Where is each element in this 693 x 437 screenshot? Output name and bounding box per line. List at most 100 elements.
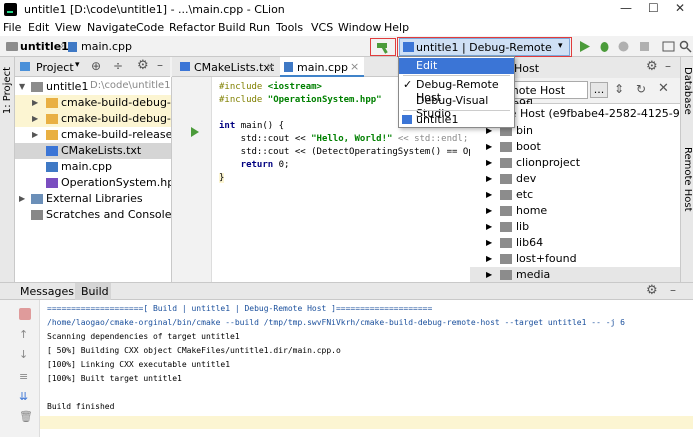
menu-run[interactable]: Run <box>249 21 270 34</box>
browse-button[interactable]: ... <box>590 82 608 98</box>
debug-remote-host-item[interactable]: ✓ Debug-Remote Host <box>399 77 514 104</box>
refresh-icon[interactable]: ↻ <box>636 82 646 96</box>
remote-host-combo[interactable]: mote Host (e9fl <box>504 81 588 110</box>
maximize-button[interactable]: ☐ <box>648 1 659 15</box>
tree-item[interactable]: ▶ cmake-build-debug-visua <box>15 111 171 127</box>
profile-icon[interactable] <box>617 40 630 53</box>
tree-item[interactable]: Scratches and Consoles <box>15 207 171 223</box>
code-line: std::cout << "Hello, World!" << std::end… <box>219 134 469 144</box>
run-icon[interactable] <box>578 40 591 53</box>
stop-icon[interactable] <box>19 308 31 320</box>
tab-label: CMakeLists.txt <box>194 61 275 74</box>
build-tab-label: Build <box>81 285 109 298</box>
tree-item[interactable]: OperationSystem.hpp <box>15 175 171 191</box>
build-output[interactable]: ====================[ Build | untitle1 |… <box>40 300 693 437</box>
scroll-to-end-icon[interactable]: ⇊ <box>19 390 28 403</box>
remote-host-tool-tab[interactable]: Remote Host <box>682 147 693 212</box>
output-line: [100%] Built target untitle1 <box>47 374 182 383</box>
menu-refactor[interactable]: Refactor <box>169 21 215 34</box>
locate-icon[interactable]: ⊕ <box>91 59 101 73</box>
tab-label: main.cpp <box>297 61 348 74</box>
chevron-right-icon: ▶ <box>19 194 26 203</box>
gear-icon[interactable]: ⚙ <box>137 58 149 73</box>
code-line: } <box>219 173 225 183</box>
remote-folder[interactable]: ▶ etc <box>470 187 680 203</box>
trash-icon[interactable]: 🗑 <box>19 410 33 423</box>
menu-edit[interactable]: Edit <box>28 21 49 34</box>
minimize-button[interactable]: — <box>620 1 632 15</box>
tree-item-label: cmake-build-debug-visua <box>61 112 171 125</box>
expand-icon[interactable]: ⇕ <box>614 82 624 96</box>
debug-icon[interactable] <box>598 40 611 53</box>
down-arrow-icon[interactable]: ↓ <box>19 348 28 361</box>
close-icon[interactable]: × <box>350 60 359 73</box>
menu-window[interactable]: Window <box>338 21 381 34</box>
debug-visual-studio-item[interactable]: Debug-Visual Studio <box>399 93 514 120</box>
menu-vcs[interactable]: VCS <box>311 21 333 34</box>
remote-folder-label: boot <box>516 140 541 153</box>
menu-tools[interactable]: Tools <box>276 21 303 34</box>
chevron-right-icon: ▶ <box>486 254 493 263</box>
chevron-right-icon: ▶ <box>486 206 493 215</box>
output-line: ====================[ Build | untitle1 |… <box>47 304 433 313</box>
project-tool-tab[interactable]: 1: Project <box>2 67 13 114</box>
remote-folder[interactable]: ▶ dev <box>470 171 680 187</box>
tree-item[interactable]: ▶ External Libraries <box>15 191 171 207</box>
menu-code[interactable]: Code <box>136 21 164 34</box>
remote-folder[interactable]: ▶ home <box>470 203 680 219</box>
run-configuration-dropdown: Edit Configurations... ✓ Debug-Remote Ho… <box>398 56 515 128</box>
tab-cmakelists[interactable]: CMakeLists.txt × <box>176 57 278 77</box>
remote-folder-label: lib64 <box>516 236 544 249</box>
tree-item[interactable]: ▶ cmake-build-debug-rem <box>15 95 171 111</box>
build-tab[interactable]: Build <box>75 283 111 300</box>
untitle1-target-item[interactable]: untitle1 <box>399 112 514 128</box>
edit-configurations-item[interactable]: Edit Configurations... <box>399 58 514 85</box>
remote-folder[interactable]: ▶ lost+found <box>470 251 680 267</box>
chevron-down-icon[interactable]: ▾ <box>75 60 80 70</box>
gear-icon[interactable]: ⚙ <box>646 283 658 298</box>
menu-help[interactable]: Help <box>384 21 409 34</box>
tab-main-cpp[interactable]: main.cpp × <box>280 57 364 77</box>
remote-host-tree: Remote Host (e9fbabe4-2582-4125-9c94 ▶ bi… <box>470 104 680 282</box>
folder-icon <box>500 190 512 200</box>
remote-folder[interactable]: ▶ media <box>470 267 680 282</box>
build-button[interactable] <box>370 38 396 56</box>
output-line: Build finished <box>47 402 115 411</box>
tree-item[interactable]: ▶ cmake-build-release-visu <box>15 127 171 143</box>
chevron-down-icon: ▼ <box>19 82 26 91</box>
tree-root[interactable]: ▼ untitle1 D:\code\untitle1 <box>15 79 171 95</box>
hide-icon[interactable]: – <box>157 58 163 72</box>
up-arrow-icon[interactable]: ↑ <box>19 328 28 341</box>
tree-item[interactable]: main.cpp <box>15 159 171 175</box>
wrap-icon[interactable]: ≡ <box>19 370 28 383</box>
menu-file[interactable]: File <box>3 21 21 34</box>
menu-build[interactable]: Build <box>218 21 246 34</box>
collapse-icon[interactable]: ÷ <box>113 59 123 73</box>
cmake-target-icon <box>402 115 412 124</box>
hide-icon[interactable]: – <box>670 283 676 297</box>
remote-folder[interactable]: ▶ boot <box>470 139 680 155</box>
database-tool-tab[interactable]: Database <box>682 67 693 115</box>
project-view-label[interactable]: Project <box>36 61 74 74</box>
hide-icon[interactable]: – <box>665 59 671 73</box>
remote-folder[interactable]: ▶ lib64 <box>470 235 680 251</box>
remote-folder[interactable]: ▶ lib <box>470 219 680 235</box>
layout-icon[interactable] <box>662 40 675 53</box>
menu-view[interactable]: View <box>55 21 81 34</box>
close-icon[interactable]: × <box>266 60 275 73</box>
remote-folder[interactable]: ▶ clionproject <box>470 155 680 171</box>
stop-icon[interactable] <box>638 40 651 53</box>
breadcrumb-file[interactable]: main.cpp <box>81 40 132 53</box>
editor-gutter <box>172 77 212 282</box>
remote-folder-label: bin <box>516 124 534 137</box>
tree-item[interactable]: CMakeLists.txt <box>15 143 171 159</box>
search-icon[interactable] <box>679 40 692 53</box>
close-icon[interactable]: ✕ <box>658 81 669 96</box>
menu-navigate[interactable]: Navigate <box>87 21 136 34</box>
chevron-right-icon: ▶ <box>32 130 39 139</box>
run-gutter-icon[interactable] <box>190 127 200 137</box>
project-icon <box>20 62 30 71</box>
close-button[interactable]: ✕ <box>675 1 685 15</box>
gear-icon[interactable]: ⚙ <box>646 59 658 74</box>
clion-logo-icon <box>4 3 17 16</box>
